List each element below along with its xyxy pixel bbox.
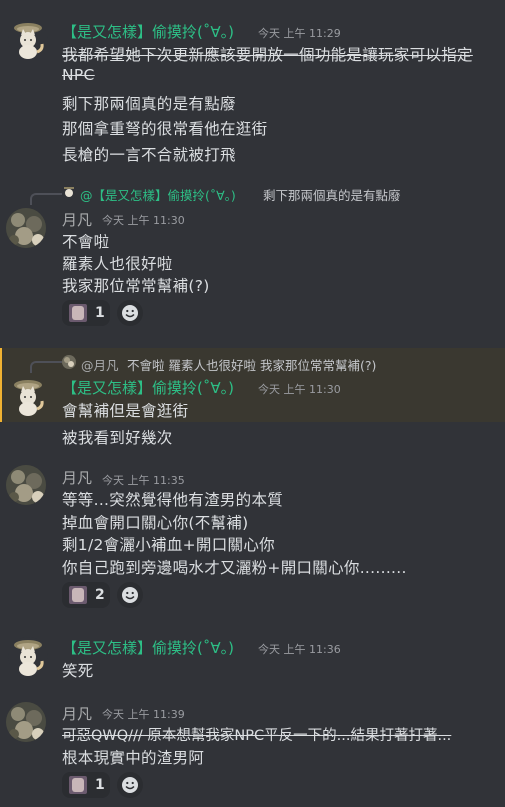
- add-reaction-button[interactable]: [117, 582, 143, 608]
- message-line: NPC: [62, 66, 95, 84]
- timestamp: 今天 上午 11:29: [258, 27, 341, 40]
- message-line: 會幫補但是會逛街: [62, 402, 189, 420]
- author-name[interactable]: 【是又怎樣】偷摸拎(˚∀。): [62, 377, 234, 398]
- author-name[interactable]: 【是又怎樣】偷摸拎(˚∀。): [62, 637, 234, 658]
- photo-avatar-icon: [6, 702, 46, 742]
- message-line: 那個拿重弩的很常看他在逛街: [62, 120, 268, 138]
- reply-avatar-icon: [62, 354, 76, 369]
- author-name[interactable]: 月凡: [62, 703, 92, 724]
- timestamp: 今天 上午 11:39: [102, 708, 185, 721]
- cat-avatar-icon: [14, 23, 44, 59]
- message-line: 長槍的一言不合就被打飛: [62, 146, 236, 164]
- message-line: 剩1/2會灑小補血+開口關心你: [62, 536, 275, 554]
- reaction-count: 1: [95, 305, 105, 321]
- message-line: 你自己跑到旁邊喝水才又灑粉+開口關心你.........: [62, 559, 407, 577]
- message-line: 我都希望她下次更新應該要開放一個功能是讓玩家可以指定: [62, 46, 473, 64]
- message-line: 笑死: [62, 662, 94, 680]
- reply-connector: [30, 361, 62, 373]
- photo-avatar[interactable]: [6, 702, 46, 742]
- add-reaction-button[interactable]: [117, 772, 143, 798]
- photo-avatar-icon: [6, 465, 46, 505]
- message-line: 可惡QWQ/// 原本想幫我家NPC平反一下的...結果打著打著...: [62, 728, 452, 744]
- message-line: 掉血會開口關心你(不幫補): [62, 514, 249, 532]
- message-line: 等等...突然覺得他有渣男的本質: [62, 491, 284, 509]
- photo-avatar[interactable]: [6, 465, 46, 505]
- smile-icon: [122, 305, 138, 321]
- reply-author[interactable]: @月凡: [81, 355, 119, 374]
- timestamp: 今天 上午 11:30: [258, 383, 341, 396]
- message-line: 我家那位常常幫補(?): [62, 277, 210, 295]
- reaction-emoji-icon: [69, 776, 87, 794]
- reply-connector: [30, 193, 62, 205]
- photo-avatar-icon: [6, 208, 46, 248]
- reply-preview[interactable]: 不會啦 羅素人也很好啦 我家那位常常幫補(?): [127, 355, 376, 374]
- reaction-count: 1: [95, 777, 105, 793]
- reaction-button[interactable]: 2: [62, 582, 110, 608]
- mention-highlight-bar: [0, 348, 2, 422]
- author-name[interactable]: 【是又怎樣】偷摸拎(˚∀。): [62, 21, 234, 42]
- cat-avatar[interactable]: [8, 637, 48, 677]
- reply-author[interactable]: @【是又怎樣】偷摸拎(˚∀。): [80, 185, 236, 204]
- reaction-button[interactable]: 1: [62, 300, 110, 326]
- author-name[interactable]: 月凡: [62, 209, 92, 230]
- reaction-count: 2: [95, 587, 105, 603]
- timestamp: 今天 上午 11:30: [102, 214, 185, 227]
- cat-avatar-icon: [14, 380, 44, 416]
- reply-avatar-icon: [62, 185, 76, 200]
- photo-avatar[interactable]: [6, 208, 46, 248]
- smile-icon: [122, 587, 138, 603]
- cat-avatar-icon: [14, 640, 44, 676]
- reaction-button[interactable]: 1: [62, 772, 110, 798]
- timestamp: 今天 上午 11:36: [258, 643, 341, 656]
- message-line: 不會啦: [62, 233, 110, 251]
- message-line: 剩下那兩個真的是有點廢: [62, 95, 236, 113]
- cat-avatar[interactable]: [8, 20, 48, 60]
- message-line: 根本現實中的渣男阿: [62, 749, 205, 767]
- reply-preview[interactable]: 剩下那兩個真的是有點廢: [263, 185, 401, 204]
- timestamp: 今天 上午 11:35: [102, 474, 185, 487]
- message-line: 羅素人也很好啦: [62, 255, 173, 273]
- reaction-emoji-icon: [69, 304, 87, 322]
- smile-icon: [122, 777, 138, 793]
- add-reaction-button[interactable]: [117, 300, 143, 326]
- author-name[interactable]: 月凡: [62, 467, 92, 488]
- message-line: 被我看到好幾次: [62, 429, 173, 447]
- cat-avatar[interactable]: [8, 377, 48, 417]
- reaction-emoji-icon: [69, 586, 87, 604]
